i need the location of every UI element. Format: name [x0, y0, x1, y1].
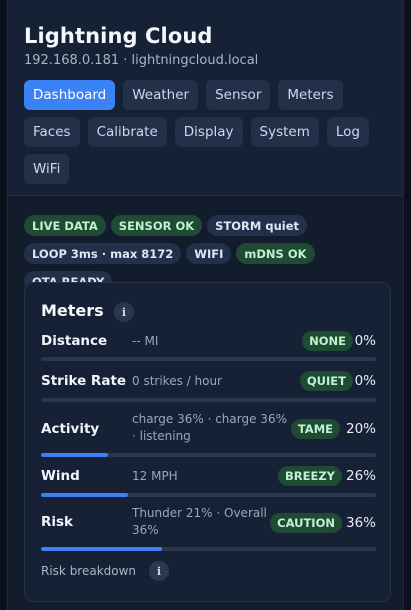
tab-display[interactable]: Display	[174, 117, 243, 147]
tab-faces[interactable]: Faces	[24, 117, 80, 147]
app-header: Lightning Cloud 192.168.0.181 · lightnin…	[8, 0, 403, 196]
tab-log[interactable]: Log	[326, 117, 369, 147]
risk-breakdown-info-icon[interactable]: i	[149, 561, 169, 581]
meter-label: Strike Rate	[41, 373, 127, 389]
meter-percent: 36%	[345, 515, 376, 531]
meter-fill	[41, 547, 162, 551]
meter-bar	[41, 398, 376, 402]
nav-tabs: Dashboard Weather Sensor Meters Faces Ca…	[24, 80, 394, 184]
status-badge-sensor: SENSOR OK	[110, 215, 203, 236]
tab-sensor[interactable]: Sensor	[206, 80, 271, 110]
meter-status-badge: TAME	[290, 419, 340, 439]
meter-status-badge: NONE	[302, 331, 353, 351]
meter-status-badge: CAUTION	[270, 513, 342, 533]
status-badge-loop: LOOP 3ms · max 8172	[24, 243, 182, 264]
status-badge-mdns: mDNS OK	[236, 243, 315, 264]
app-frame: Lightning Cloud 192.168.0.181 · lightnin…	[7, 0, 404, 610]
tab-wifi[interactable]: WiFi	[24, 154, 70, 184]
meter-percent: 0%	[354, 333, 376, 349]
meters-info-icon[interactable]: i	[114, 302, 134, 322]
meter-detail: Thunder 21% · Overall 36%	[132, 506, 267, 537]
meters-title: Meters	[41, 301, 104, 320]
tab-meters[interactable]: Meters	[278, 80, 343, 110]
tab-weather[interactable]: Weather	[123, 80, 199, 110]
meter-fill	[41, 453, 108, 457]
meter-detail: charge 36% · charge 36% · listening	[132, 412, 287, 443]
meter-status-badge: BREEZY	[278, 466, 342, 486]
device-address: 192.168.0.181 · lightningcloud.local	[24, 53, 259, 68]
meter-label: Wind	[41, 468, 80, 484]
meter-bar	[41, 357, 376, 361]
meter-percent: 0%	[354, 373, 376, 389]
meters-card: Meters i Distance -- MI NONE 0% Strike R…	[24, 282, 391, 602]
meter-label: Activity	[41, 421, 100, 437]
meter-percent: 26%	[345, 468, 376, 484]
meter-fill	[41, 493, 129, 497]
status-badge-wifi: WIFI	[186, 243, 232, 264]
meter-label: Distance	[41, 333, 108, 349]
status-badges: LIVE DATA SENSOR OK STORM quiet LOOP 3ms…	[24, 215, 396, 292]
tab-system[interactable]: System	[250, 117, 319, 147]
meter-detail: 0 strikes / hour	[132, 374, 222, 388]
meter-percent: 20%	[345, 421, 376, 437]
tab-dashboard[interactable]: Dashboard	[24, 80, 116, 110]
risk-breakdown-label: Risk breakdown	[41, 564, 137, 578]
meter-label: Risk	[41, 514, 74, 530]
meter-status-badge: QUIET	[299, 371, 353, 391]
meter-bar	[41, 547, 376, 551]
tab-calibrate[interactable]: Calibrate	[87, 117, 167, 147]
meter-bar	[41, 453, 376, 457]
meter-detail: 12 MPH	[132, 469, 178, 483]
meter-detail: -- MI	[132, 334, 159, 348]
meter-bar	[41, 493, 376, 497]
status-badge-storm: STORM quiet	[207, 215, 308, 236]
app-title: Lightning Cloud	[24, 24, 213, 48]
status-badge-live-data: LIVE DATA	[24, 215, 106, 236]
